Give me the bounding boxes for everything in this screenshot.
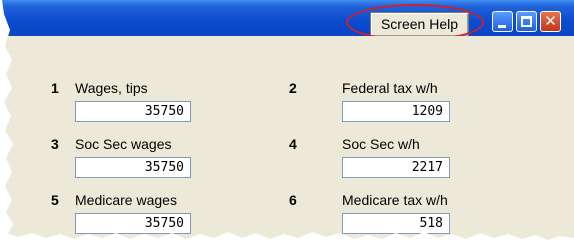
maximize-button[interactable] [516,11,537,32]
soc-sec-wh-field[interactable]: 2217 [342,157,450,178]
minimize-icon [498,25,506,28]
medicare-wages-field[interactable]: 35750 [75,213,191,234]
soc-sec-wh-label: Soc Sec w/h [342,136,420,152]
box-number: 4 [289,136,297,152]
w2-entry-window: Screen Help ✕ 1 Wages, tips 35750 2 Fede… [2,0,574,240]
wages-tips-label: Wages, tips [75,80,148,96]
federal-tax-label: Federal tax w/h [342,80,438,96]
box-number: 3 [51,136,59,152]
box-number: 6 [289,192,297,208]
medicare-tax-label: Medicare tax w/h [342,192,448,208]
box-number: 1 [51,80,59,96]
wages-tips-field[interactable]: 35750 [75,101,191,122]
box-number: 5 [51,192,59,208]
soc-sec-wages-label: Soc Sec wages [75,136,172,152]
title-bar: Screen Help ✕ [2,0,574,41]
medicare-tax-field[interactable]: 518 [342,213,450,234]
federal-tax-field[interactable]: 1209 [342,101,450,122]
soc-sec-wages-field[interactable]: 35750 [75,157,191,178]
form-panel: 1 Wages, tips 35750 2 Federal tax w/h 12… [2,36,574,240]
close-button[interactable]: ✕ [540,11,561,32]
close-icon: ✕ [544,12,557,30]
medicare-wages-label: Medicare wages [75,192,177,208]
maximize-icon [521,16,532,27]
minimize-button[interactable] [492,11,513,32]
box-number: 2 [289,80,297,96]
